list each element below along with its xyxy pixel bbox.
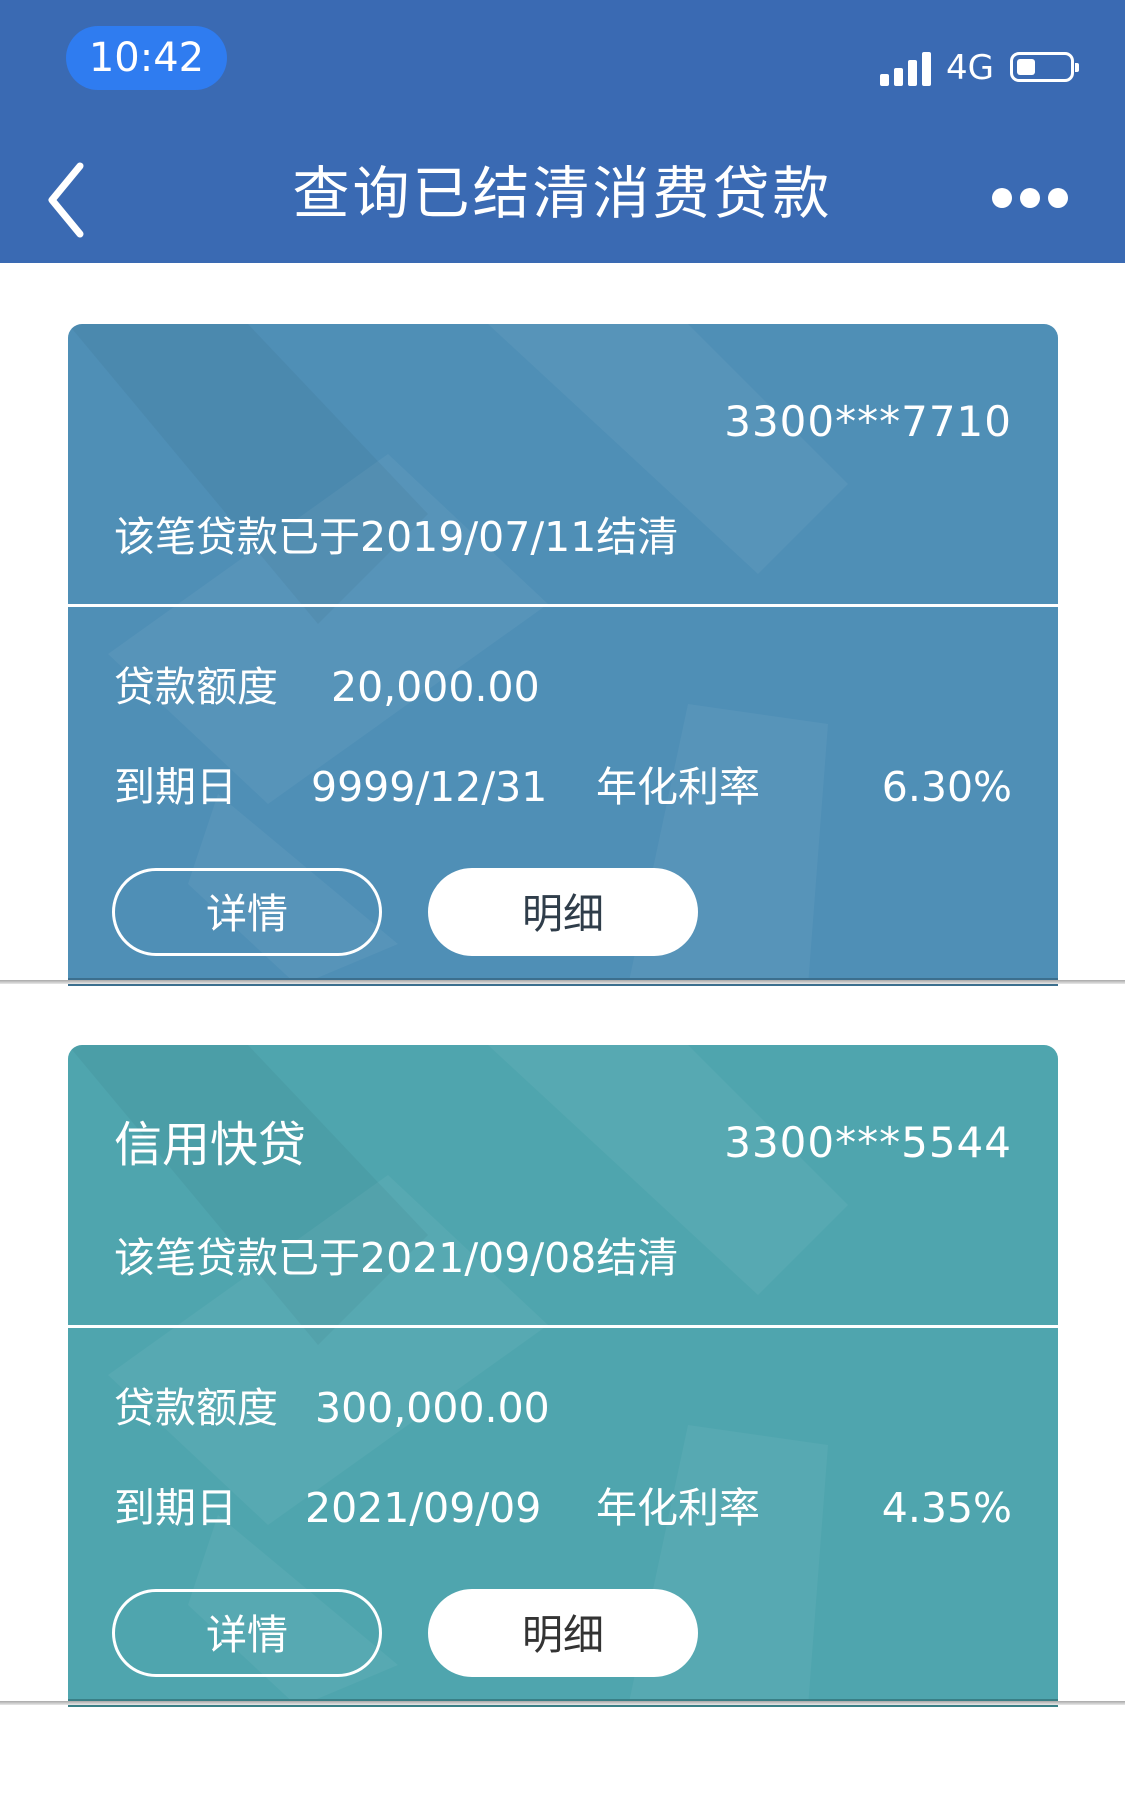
list-separator — [0, 980, 1125, 984]
detail-button[interactable]: 详情 — [112, 868, 382, 956]
loan-product-name: 信用快贷 — [114, 1117, 307, 1173]
due-date-value: 2021/09/09 — [305, 1484, 542, 1532]
battery-icon — [1010, 52, 1079, 82]
loan-account-number: 3300***5544 — [724, 1118, 1012, 1167]
statement-button[interactable]: 明细 — [428, 1589, 698, 1677]
signal-icon — [880, 50, 936, 86]
page-title: 查询已结清消费贷款 — [292, 161, 833, 227]
status-time[interactable]: 10:42 — [66, 26, 227, 90]
amount-label: 贷款额度 — [114, 1384, 278, 1432]
list-separator — [0, 1701, 1125, 1705]
rate-value: 6.30% — [881, 763, 1012, 811]
amount-value: 300,000.00 — [315, 1384, 550, 1432]
rate-value: 4.35% — [881, 1484, 1012, 1532]
network-type: 4G — [946, 48, 994, 88]
rate-label: 年化利率 — [596, 763, 760, 811]
rate-label: 年化利率 — [596, 1484, 760, 1532]
card-divider — [68, 604, 1058, 607]
chevron-left-icon[interactable] — [44, 160, 94, 240]
card-divider — [68, 1325, 1058, 1328]
due-date-label: 到期日 — [114, 763, 237, 811]
loan-account-number: 3300***7710 — [724, 397, 1012, 446]
loan-card: 信用快贷 3300***5544 该笔贷款已于2021/09/08结清 贷款额度… — [68, 1045, 1058, 1707]
detail-button[interactable]: 详情 — [112, 1589, 382, 1677]
due-date-value: 9999/12/31 — [311, 763, 548, 811]
statement-button[interactable]: 明细 — [428, 868, 698, 956]
loan-card: 3300***7710 该笔贷款已于2019/07/11结清 贷款额度 20,0… — [68, 324, 1058, 986]
amount-value: 20,000.00 — [331, 663, 540, 711]
more-dots-icon[interactable] — [990, 186, 1070, 210]
due-date-label: 到期日 — [114, 1484, 237, 1532]
loan-settled-status: 该笔贷款已于2019/07/11结清 — [114, 513, 679, 561]
app-header: 10:42 4G 查询已结清消费贷款 — [0, 0, 1125, 263]
amount-label: 贷款额度 — [114, 663, 278, 711]
loan-settled-status: 该笔贷款已于2021/09/08结清 — [114, 1234, 679, 1282]
